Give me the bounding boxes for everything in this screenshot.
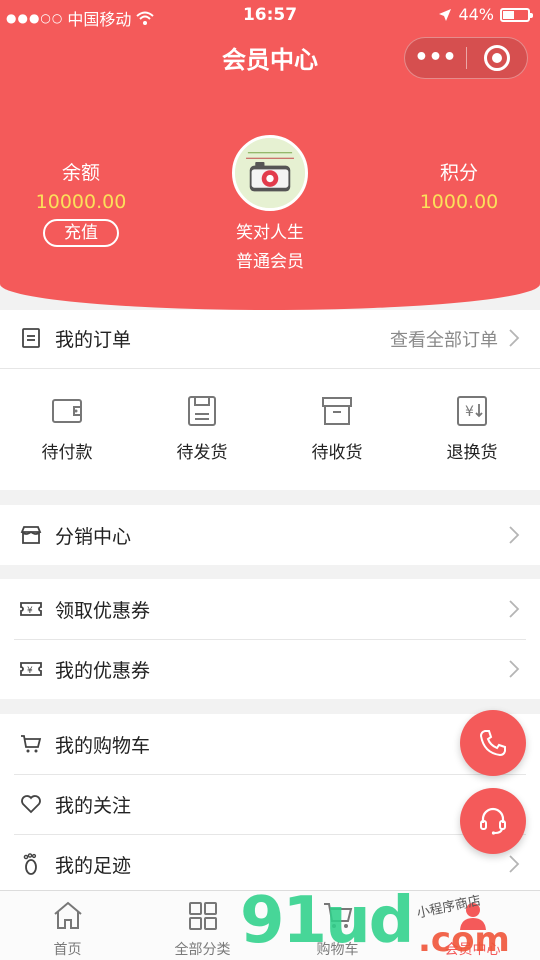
chevron-right-icon <box>509 526 520 544</box>
watermark-digits: 91ud <box>240 884 414 958</box>
svg-text:¥: ¥ <box>27 606 33 616</box>
more-menu-button[interactable]: ••• <box>405 37 466 79</box>
cart-label: 我的购物车 <box>55 735 151 757</box>
chevron-right-icon <box>509 600 520 618</box>
distribution-row[interactable]: 分销中心 <box>0 505 540 565</box>
refund-icon: ¥ <box>457 396 487 426</box>
location-arrow-icon <box>439 8 452 21</box>
my-coupon-label: 我的优惠券 <box>55 660 151 682</box>
home-icon <box>53 901 82 929</box>
order-pending-receipt[interactable]: 待收货 <box>287 394 387 463</box>
battery-percent: 44% <box>458 5 494 24</box>
customer-service-button[interactable] <box>460 788 526 854</box>
watermark-domain: .com <box>418 920 510 960</box>
chevron-right-icon <box>509 329 520 347</box>
phone-icon <box>479 730 506 757</box>
shortcut-label: 待发货 <box>176 443 228 463</box>
member-level: 普通会员 <box>236 252 304 272</box>
points-value: 1000.00 <box>419 191 499 213</box>
cart-row[interactable]: 我的购物车 <box>0 714 540 774</box>
username: 笑对人生 <box>236 223 304 243</box>
cart-icon <box>21 735 42 753</box>
headset-icon <box>480 807 506 835</box>
close-ring-icon <box>483 45 510 71</box>
tab-label: 首页 <box>53 942 82 958</box>
chevron-right-icon <box>509 855 520 873</box>
camera-sticker-icon <box>235 138 305 208</box>
miniprogram-capsule: ••• <box>404 37 528 79</box>
phone-call-button[interactable] <box>460 710 526 776</box>
order-pending-shipment[interactable]: 待发货 <box>152 394 252 463</box>
view-all-orders-link[interactable]: 查看全部订单 <box>390 326 498 352</box>
footprint-label: 我的足迹 <box>55 855 132 877</box>
shortcut-label: 待付款 <box>41 443 93 463</box>
follow-row[interactable]: 我的关注 <box>0 774 540 834</box>
follow-label: 我的关注 <box>55 795 132 817</box>
chevron-right-icon <box>509 660 520 678</box>
svg-text:¥: ¥ <box>27 666 33 676</box>
tab-home[interactable]: 首页 <box>0 899 135 959</box>
get-coupon-row[interactable]: ¥ 领取优惠券 <box>0 579 540 639</box>
distribution-label: 分销中心 <box>55 526 132 548</box>
battery-icon <box>500 7 533 22</box>
package-icon <box>188 396 216 426</box>
grid-icon <box>188 902 217 930</box>
coupon-icon: ¥ <box>20 662 42 676</box>
balance-block: 余额 10000.00 <box>11 158 151 213</box>
my-orders-row[interactable]: 我的订单 查看全部订单 <box>0 308 540 368</box>
heart-icon <box>21 795 41 814</box>
close-miniprogram-button[interactable] <box>467 45 527 71</box>
coupon-icon: ¥ <box>20 602 42 616</box>
shortcut-label: 退换货 <box>446 443 498 463</box>
recharge-button[interactable]: 充值 <box>43 219 119 247</box>
shortcut-label: 待收货 <box>311 443 363 463</box>
divider <box>0 368 540 369</box>
order-refund[interactable]: ¥ 退换货 <box>422 394 522 463</box>
wallet-icon <box>52 399 82 423</box>
points-block: 积分 1000.00 <box>389 158 529 213</box>
order-list-icon <box>22 328 40 348</box>
points-label: 积分 <box>439 162 478 184</box>
balance-value: 10000.00 <box>35 191 127 213</box>
order-pending-payment[interactable]: 待付款 <box>17 394 117 463</box>
my-coupon-row[interactable]: ¥ 我的优惠券 <box>0 639 540 699</box>
get-coupon-label: 领取优惠券 <box>55 600 151 622</box>
box-icon <box>322 397 352 425</box>
footprint-icon <box>23 853 37 875</box>
avatar[interactable] <box>232 135 308 211</box>
svg-text:¥: ¥ <box>465 404 474 420</box>
my-orders-label: 我的订单 <box>55 329 132 351</box>
store-icon <box>20 526 42 544</box>
status-bar: ●●●○○ 中国移动 16:57 44% <box>0 0 540 32</box>
balance-label: 余额 <box>61 162 100 184</box>
